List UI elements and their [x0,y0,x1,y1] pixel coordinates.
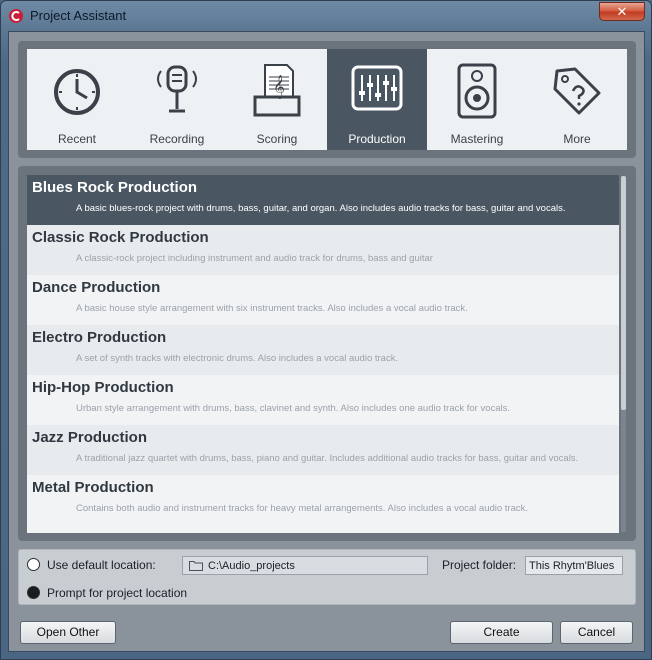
template-title: Jazz Production [32,429,148,446]
template-description: A classic-rock project including instrum… [76,253,433,264]
cancel-button[interactable]: Cancel [560,621,633,644]
template-title: Dance Production [32,279,161,296]
mixer-faders-icon [351,65,403,111]
tab-production-label: Production [348,132,406,146]
dialog-body: Recent Recording 𝄞 Scoring Production Ma… [8,31,645,652]
folder-icon [189,561,203,571]
template-description: A basic house style arrangement with six… [76,303,468,314]
category-tabs: Recent Recording 𝄞 Scoring Production Ma… [27,49,627,150]
template-title: Hip-Hop Production [32,379,174,396]
location-panel: Use default location: C:\Audio_projects … [18,549,636,605]
tab-recording[interactable]: Recording [127,49,227,150]
speaker-icon [457,63,497,119]
location-options: Use default location: C:\Audio_projects … [18,549,636,605]
svg-text:𝄞: 𝄞 [273,74,285,99]
template-title: Metal Production [32,479,154,496]
sheet-music-icon: 𝄞 [253,64,301,117]
template-description: A set of synth tracks with electronic dr… [76,353,399,364]
project-folder-label: Project folder: [442,558,517,572]
template-list: Blues Rock Production A basic blues-rock… [27,175,619,533]
template-row-dance[interactable]: Dance Production A basic house style arr… [27,275,619,325]
default-location-path: C:\Audio_projects [208,560,295,572]
template-title: Electro Production [32,329,167,346]
project-assistant-window: Project Assistant ✕ Recent Recording 𝄞 S… [0,0,652,660]
close-button[interactable]: ✕ [599,2,645,21]
template-description: Contains both audio and instrument track… [76,503,529,514]
tab-scoring[interactable]: 𝄞 Scoring [227,49,327,150]
title-bar: Project Assistant ✕ [1,1,651,31]
cubase-app-icon [9,9,23,23]
tab-recent[interactable]: Recent [27,49,127,150]
tab-scoring-label: Scoring [256,132,298,146]
tab-recording-label: Recording [149,132,205,146]
template-list-panel: Blues Rock Production A basic blues-rock… [18,166,636,541]
template-description: Urban style arrangement with drums, bass… [76,403,511,414]
template-title: Blues Rock Production [32,179,198,196]
tab-recent-label: Recent [57,132,97,146]
template-row-blues-rock[interactable]: Blues Rock Production A basic blues-rock… [27,175,619,225]
clock-icon [54,69,100,115]
tag-icon [553,67,601,115]
tab-mastering[interactable]: Mastering [427,49,527,150]
tab-production[interactable]: Production [327,49,427,150]
project-folder-input[interactable]: This Rhytm'Blues [525,556,623,575]
template-row-hip-hop[interactable]: Hip-Hop Production Urban style arrangeme… [27,375,619,425]
template-description: A traditional jazz quartet with drums, b… [76,453,579,464]
category-panel: Recent Recording 𝄞 Scoring Production Ma… [18,41,636,158]
template-row-classic-rock[interactable]: Classic Rock Production A classic-rock p… [27,225,619,275]
list-scroll-thumb[interactable] [621,176,626,410]
template-row-jazz[interactable]: Jazz Production A traditional jazz quart… [27,425,619,475]
create-button[interactable]: Create [450,621,553,644]
tab-mastering-label: Mastering [450,132,504,146]
default-location-path-field[interactable]: C:\Audio_projects [182,556,428,575]
open-other-button[interactable]: Open Other [20,621,116,644]
tab-more-label: More [563,132,591,146]
template-row-metal[interactable]: Metal Production Contains both audio and… [27,475,619,525]
template-row-electro[interactable]: Electro Production A set of synth tracks… [27,325,619,375]
default-location-radio[interactable] [27,558,40,571]
template-title: Classic Rock Production [32,229,209,246]
default-location-label: Use default location: [47,558,156,572]
prompt-location-label: Prompt for project location [47,586,188,600]
prompt-location-radio[interactable] [27,586,40,599]
microphone-icon [157,65,197,113]
tab-more[interactable]: More [527,49,627,150]
template-description: A basic blues-rock project with drums, b… [76,203,566,214]
window-title: Project Assistant [30,8,127,23]
